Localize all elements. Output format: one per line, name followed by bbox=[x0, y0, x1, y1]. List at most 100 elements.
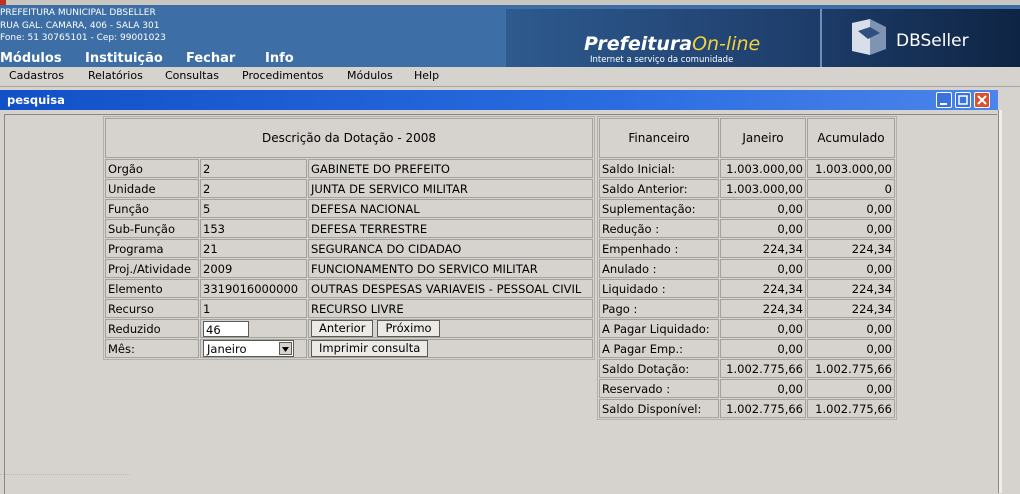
mes-selected-value: Janeiro bbox=[207, 342, 247, 356]
row-label: Recurso bbox=[105, 299, 199, 318]
row-label: Pago : bbox=[599, 299, 719, 318]
row-label: Anulado : bbox=[599, 259, 719, 278]
table-row: Anulado :0,00 0,00 bbox=[599, 259, 895, 278]
reduzido-label: Reduzido bbox=[105, 319, 199, 338]
institution-address: PREFEITURA MUNICIPAL DBSELLER RUA GAL. C… bbox=[0, 7, 166, 45]
accumulated-value: 224,34 bbox=[807, 279, 895, 298]
window-title: pesquisa bbox=[7, 93, 65, 107]
menu-cadastros[interactable]: Cadastros bbox=[9, 69, 64, 82]
top-strip bbox=[0, 0, 1020, 5]
row-description: FUNCIONAMENTO DO SERVICO MILITAR bbox=[308, 259, 593, 278]
month-value: 1.002.775,66 bbox=[720, 359, 806, 378]
table-row: Saldo Inicial: 1.003.000,00 1.003.000,00 bbox=[599, 159, 895, 178]
row-description: OUTRAS DESPESAS VARIAVEIS - PESSOAL CIVI… bbox=[308, 279, 593, 298]
brand-title-online: On-line bbox=[692, 33, 761, 55]
menu-procedimentos[interactable]: Procedimentos bbox=[242, 69, 324, 82]
maximize-icon[interactable] bbox=[955, 92, 971, 108]
imprimir-button[interactable]: Imprimir consulta bbox=[311, 340, 429, 357]
row-code: 21 bbox=[200, 239, 307, 258]
window-titlebar[interactable]: pesquisa bbox=[0, 90, 998, 110]
row-label: Saldo Disponível: bbox=[599, 399, 719, 418]
row-code: 1 bbox=[200, 299, 307, 318]
month-value: 0,00 bbox=[720, 259, 806, 278]
financeiro-table: Financeiro Janeiro Acumulado Saldo Inici… bbox=[597, 116, 897, 420]
row-code: 2 bbox=[200, 179, 307, 198]
accumulated-value: 0,00 bbox=[807, 379, 895, 398]
table-row: Unidade 2 JUNTA DE SERVICO MILITAR bbox=[105, 179, 593, 198]
month-value: 0,00 bbox=[720, 199, 806, 218]
month-value: 1.003.000,00 bbox=[720, 159, 806, 178]
accumulated-value: 1.003.000,00 bbox=[807, 159, 895, 178]
address-line: RUA GAL. CAMARA, 406 - SALA 301 bbox=[0, 20, 160, 31]
menu-modulos[interactable]: Módulos bbox=[347, 69, 393, 82]
row-description: JUNTA DE SERVICO MILITAR bbox=[308, 179, 593, 198]
row-code: 2009 bbox=[200, 259, 307, 278]
janeiro-header: Janeiro bbox=[720, 118, 806, 158]
brand-title-main: Prefeitura bbox=[584, 33, 693, 55]
anterior-button[interactable]: Anterior bbox=[311, 320, 374, 337]
nav-cell: Anterior Próximo bbox=[308, 319, 593, 338]
month-value: 224,34 bbox=[720, 299, 806, 318]
mes-label: Mês: bbox=[105, 339, 199, 358]
table-row: Liquidado :224,34 224,34 bbox=[599, 279, 895, 298]
minimize-icon[interactable] bbox=[936, 92, 952, 108]
month-value: 0,00 bbox=[720, 319, 806, 338]
table-row: A Pagar Emp.: 0,00 0,00 bbox=[599, 339, 895, 358]
app-icon bbox=[0, 0, 6, 5]
accumulated-value: 0,00 bbox=[807, 319, 895, 338]
chevron-down-icon[interactable] bbox=[279, 342, 292, 355]
dotacao-table: Descrição da Dotação - 2008 Orgão 2 GABI… bbox=[103, 116, 595, 360]
menu-bar: Cadastros Relatórios Consultas Procedime… bbox=[0, 67, 1020, 87]
window-bottom-edge bbox=[0, 474, 130, 481]
row-code: 3319016000000 bbox=[200, 279, 307, 298]
accumulated-value: 0,00 bbox=[807, 259, 895, 278]
row-label: Sub-Função bbox=[105, 219, 199, 238]
row-description: GABINETE DO PREFEITO bbox=[308, 159, 593, 178]
row-code: 2 bbox=[200, 159, 307, 178]
month-value: 1.003.000,00 bbox=[720, 179, 806, 198]
app-header: PREFEITURA MUNICIPAL DBSELLER RUA GAL. C… bbox=[0, 0, 1020, 68]
month-value: 224,34 bbox=[720, 279, 806, 298]
menu-relatorios[interactable]: Relatórios bbox=[88, 69, 143, 82]
row-label: Saldo Dotação: bbox=[599, 359, 719, 378]
acumulado-header: Acumulado bbox=[807, 118, 895, 158]
row-label: Proj./Atividade bbox=[105, 259, 199, 278]
table-row: Saldo Disponível: 1.002.775,66 1.002.775,6… bbox=[599, 399, 895, 418]
close-icon[interactable] bbox=[974, 92, 990, 108]
row-description: RECURSO LIVRE bbox=[308, 299, 593, 318]
month-value: 0,00 bbox=[720, 379, 806, 398]
table-row: A Pagar Liquidado: 0,00 0,00 bbox=[599, 319, 895, 338]
table-row: Suplementação: 0,00 0,00 bbox=[599, 199, 895, 218]
row-label: A Pagar Emp.: bbox=[599, 339, 719, 358]
row-label: Suplementação: bbox=[599, 199, 719, 218]
row-label: Unidade bbox=[105, 179, 199, 198]
accumulated-value: 0 bbox=[807, 179, 895, 198]
row-code: 153 bbox=[200, 219, 307, 238]
accumulated-value: 224,34 bbox=[807, 239, 895, 258]
row-label: Empenhado : bbox=[599, 239, 719, 258]
financeiro-header: Financeiro bbox=[599, 118, 719, 158]
main-menu-fechar[interactable]: Fechar bbox=[186, 51, 235, 66]
menu-consultas[interactable]: Consultas bbox=[165, 69, 219, 82]
month-value: 1.002.775,66 bbox=[720, 399, 806, 418]
accumulated-value: 1.002.775,66 bbox=[807, 359, 895, 378]
main-menu-modulos[interactable]: Módulos bbox=[0, 51, 62, 66]
main-menu-info[interactable]: Info bbox=[265, 51, 294, 66]
table-row: Redução :0,00 0,00 bbox=[599, 219, 895, 238]
table-row: Função 5 DEFESA NACIONAL bbox=[105, 199, 593, 218]
mes-select[interactable]: Janeiro bbox=[203, 340, 294, 357]
accumulated-value: 0,00 bbox=[807, 339, 895, 358]
main-menu-instituicao[interactable]: Instituição bbox=[85, 51, 163, 66]
reduzido-row: Reduzido 46 Anterior Próximo bbox=[105, 319, 593, 338]
row-label: Elemento bbox=[105, 279, 199, 298]
row-label: Redução : bbox=[599, 219, 719, 238]
proximo-button[interactable]: Próximo bbox=[377, 320, 440, 337]
table-row: Saldo Anterior: 1.003.000,00 0 bbox=[599, 179, 895, 198]
row-label: Orgão bbox=[105, 159, 199, 178]
month-value: 0,00 bbox=[720, 339, 806, 358]
menu-help[interactable]: Help bbox=[414, 69, 439, 82]
row-label: Reservado : bbox=[599, 379, 719, 398]
row-label: Programa bbox=[105, 239, 199, 258]
brand-title: PrefeituraOn-line bbox=[584, 33, 760, 55]
reduzido-input[interactable]: 46 bbox=[203, 320, 249, 337]
